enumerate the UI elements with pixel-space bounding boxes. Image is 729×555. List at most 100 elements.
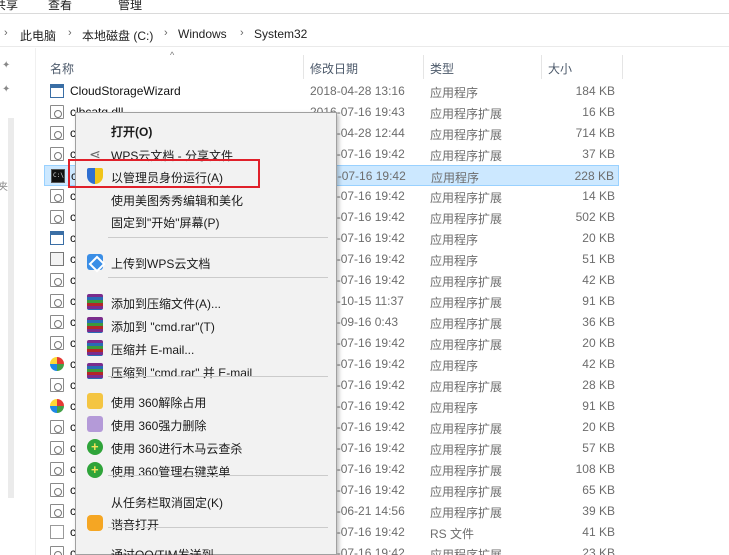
chevron-right-icon: › [240, 27, 244, 39]
file-type: 应用程序扩展 [430, 422, 503, 436]
tab-view[interactable]: 查看 [48, 0, 72, 13]
menu-item-label: 压缩到 "cmd.rar" 并 E-mail [111, 366, 253, 380]
menu-separator [108, 237, 328, 238]
menu-item[interactable]: 使用 360进行木马云查杀 [78, 436, 334, 457]
360-unlock-icon [87, 393, 103, 409]
file-size: 714 KB [575, 126, 615, 140]
exe-icon [50, 231, 64, 245]
dll-icon [50, 441, 64, 455]
column-divider[interactable] [423, 55, 424, 79]
exe-icon [50, 84, 64, 98]
file-size: 14 KB [582, 189, 615, 203]
nav-scrollbar[interactable] [8, 118, 14, 498]
menu-item[interactable]: 使用 360管理右键菜单 [78, 459, 334, 480]
dll-icon [50, 336, 64, 350]
breadcrumb-windows[interactable]: Windows [178, 27, 227, 41]
wps-cloud-icon [87, 254, 103, 270]
menu-item[interactable]: 压缩到 "cmd.rar" 并 E-mail [78, 360, 334, 381]
menu-item-label: 使用 360进行木马云查杀 [111, 442, 243, 456]
file-type: 应用程序扩展 [430, 338, 503, 352]
menu-item[interactable]: 使用 360解除占用 [78, 390, 334, 411]
dll-icon [50, 189, 64, 203]
menu-item-label: 打开(O) [111, 125, 153, 139]
file-date: 2018-04-28 13:16 [310, 84, 405, 98]
youdao-icon [87, 515, 103, 531]
dll-icon [50, 504, 64, 518]
file-size: 20 KB [582, 231, 615, 245]
menu-item[interactable]: 通过QQ/TIM发送到 [78, 542, 334, 555]
dll-icon [50, 315, 64, 329]
column-divider[interactable] [541, 55, 542, 79]
file-size: 57 KB [582, 441, 615, 455]
menu-item-label: 通过QQ/TIM发送到 [111, 548, 214, 555]
ribbon-tabs: 共享 查看 管理 [0, 0, 729, 14]
table-row[interactable]: CloudStorageWizard 2018-04-28 13:16 应用程序 18… [44, 81, 619, 102]
menu-item[interactable]: 压缩并 E-mail... [78, 337, 334, 358]
file-type: 应用程序 [431, 171, 480, 185]
menu-item[interactable]: 固定到"开始"屏幕(P) [78, 210, 334, 231]
menu-item[interactable]: 上传到WPS云文档 [78, 251, 334, 272]
menu-separator [108, 527, 328, 528]
file-size: 91 KB [582, 399, 615, 413]
breadcrumb-local-disk[interactable]: 本地磁盘 (C:) [82, 27, 153, 44]
file-type: 应用程序扩展 [430, 149, 503, 163]
dll-icon [50, 462, 64, 476]
dll-icon [50, 273, 64, 287]
tab-share[interactable]: 共享 [0, 0, 18, 13]
file-type: 应用程序 [430, 254, 479, 268]
file-size: 42 KB [582, 273, 615, 287]
menu-separator [108, 376, 328, 377]
dll-icon [50, 147, 64, 161]
tab-manage[interactable]: 管理 [118, 0, 142, 13]
column-header-type[interactable]: 类型 [430, 55, 540, 79]
360-delete-icon [87, 416, 103, 432]
menu-item[interactable]: 添加到压缩文件(A)... [78, 291, 334, 312]
menu-item-label: 使用 360强力删除 [111, 419, 207, 433]
file-size: 20 KB [582, 420, 615, 434]
file-type: 应用程序扩展 [430, 380, 503, 394]
file-size: 23 KB [582, 546, 615, 555]
pin-icon: ✦ [2, 84, 11, 95]
file-size: 65 KB [582, 483, 615, 497]
menu-item[interactable]: 添加到 "cmd.rar"(T) [78, 314, 334, 335]
file-size: 37 KB [582, 147, 615, 161]
menu-item[interactable]: 从任务栏取消固定(K) [78, 490, 334, 511]
breadcrumb-system32[interactable]: System32 [254, 27, 307, 41]
winrar-icon [87, 340, 103, 356]
file-type: 应用程序扩展 [430, 317, 503, 331]
column-header-name[interactable]: 名称 [50, 55, 300, 79]
file-type: 应用程序扩展 [430, 506, 503, 520]
file-type: 应用程序 [430, 401, 479, 415]
color-icon [50, 357, 64, 371]
menu-item[interactable]: 打开(O) [78, 119, 334, 140]
file-type: 应用程序 [430, 86, 479, 100]
menu-item[interactable]: 谐音打开 [78, 512, 334, 533]
menu-item-label: 压缩并 E-mail... [111, 343, 195, 357]
address-bar[interactable]: › 此电脑 › 本地磁盘 (C:) › Windows › System32 [0, 23, 729, 47]
breadcrumb-this-pc[interactable]: 此电脑 [20, 27, 56, 44]
menu-item[interactable]: 使用 360强力删除 [78, 413, 334, 434]
nav-label-fragment: 夹 [0, 182, 8, 193]
column-divider[interactable] [622, 55, 623, 79]
menu-item-label: 谐音打开 [111, 518, 160, 532]
file-list-scrollbar[interactable] [710, 48, 729, 555]
file-name: CloudStorageWizard [70, 84, 181, 98]
column-header-date[interactable]: 修改日期 [310, 55, 420, 79]
file-type: 应用程序扩展 [430, 296, 503, 310]
menu-item-label: 使用 360解除占用 [111, 396, 207, 410]
column-header-size[interactable]: 大小 [548, 55, 618, 79]
run-as-admin-highlight [68, 159, 260, 188]
menu-item-label: 添加到 "cmd.rar"(T) [111, 320, 215, 334]
file-size: 16 KB [582, 105, 615, 119]
chevron-right-icon: › [164, 27, 168, 39]
360-menu-icon [87, 462, 103, 478]
menu-item[interactable]: 使用美图秀秀编辑和美化 [78, 188, 334, 209]
dll-icon [50, 546, 64, 555]
file-type: 应用程序扩展 [430, 464, 503, 478]
menu-item-label: 上传到WPS云文档 [111, 257, 211, 271]
file-type: 应用程序 [430, 359, 479, 373]
file-size: 228 KB [574, 169, 614, 183]
menu-separator [108, 277, 328, 278]
winrar-icon [87, 317, 103, 333]
column-divider[interactable] [303, 55, 304, 79]
